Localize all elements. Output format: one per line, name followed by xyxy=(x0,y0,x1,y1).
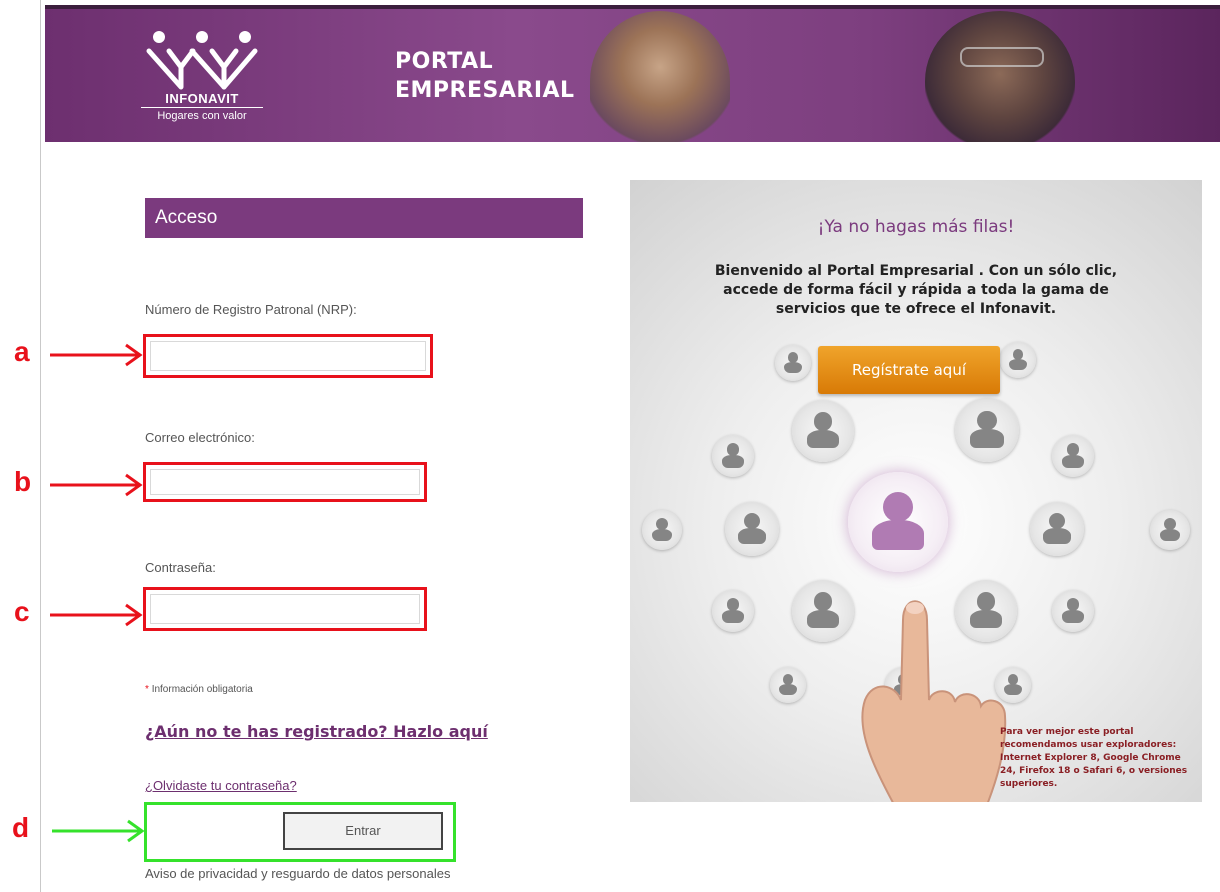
enter-button-highlight: Entrar xyxy=(144,802,456,862)
page-left-border xyxy=(40,0,41,892)
person-icon xyxy=(775,345,811,381)
person-icon xyxy=(642,510,682,550)
access-title: Acceso xyxy=(155,207,218,228)
header-photo-man-left xyxy=(590,11,730,142)
person-icon xyxy=(725,502,779,556)
annotation-label-b: b xyxy=(14,466,32,497)
email-input[interactable] xyxy=(150,469,420,495)
portal-title-line1: PORTAL xyxy=(395,49,494,74)
person-icon xyxy=(1000,342,1036,378)
annotation-arrow-c xyxy=(50,603,143,627)
required-note: * Información obligatoria xyxy=(145,684,253,695)
access-section-header: Acceso xyxy=(145,198,583,238)
privacy-notice-link[interactable]: Aviso de privacidad y resguardo de datos… xyxy=(145,866,450,881)
person-icon xyxy=(770,667,806,703)
annotation-arrow-b xyxy=(50,473,143,497)
nrp-field-highlight xyxy=(143,334,433,378)
forgot-password-link[interactable]: ¿Olvidaste tu contraseña? xyxy=(145,778,297,793)
safety-glasses-graphic xyxy=(960,47,1044,67)
enter-button[interactable]: Entrar xyxy=(283,812,443,850)
person-icon xyxy=(955,398,1019,462)
email-field-highlight xyxy=(143,462,427,502)
promo-text: Bienvenido al Portal Empresarial . Con u… xyxy=(714,263,1118,317)
browser-recommendation-note: Para ver mejor este portal recomendamos … xyxy=(1000,727,1188,789)
person-icon xyxy=(1052,590,1094,632)
infonavit-logo-icon xyxy=(146,31,258,90)
person-icon xyxy=(1030,502,1084,556)
annotation-arrow-d xyxy=(52,819,145,843)
password-field-highlight xyxy=(143,587,427,631)
nrp-input[interactable] xyxy=(150,341,426,371)
infonavit-logo[interactable]: INFONAVIT Hogares con valor xyxy=(141,27,263,127)
password-input[interactable] xyxy=(150,594,420,624)
annotation-label-c: c xyxy=(14,596,30,627)
annotation-arrow-a xyxy=(50,343,143,367)
promo-panel: ¡Ya no hagas más filas! Bienvenido al Po… xyxy=(630,180,1202,802)
required-asterisk: * xyxy=(145,684,149,695)
person-icon xyxy=(1150,510,1190,550)
nrp-label: Número de Registro Patronal (NRP): xyxy=(145,302,357,317)
person-icon xyxy=(712,435,754,477)
person-icon xyxy=(1052,435,1094,477)
person-icon xyxy=(712,590,754,632)
required-note-text: Información obligatoria xyxy=(151,684,253,695)
portal-title: PORTAL EMPRESARIAL xyxy=(395,47,575,105)
register-link[interactable]: ¿Aún no te has registrado? Hazlo aquí xyxy=(145,722,488,741)
selected-person-icon xyxy=(848,472,948,572)
header-photo-man-right xyxy=(925,11,1075,142)
promo-register-button[interactable]: Regístrate aquí xyxy=(818,346,1000,394)
promo-title: ¡Ya no hagas más filas! xyxy=(817,217,1015,237)
annotation-label-d: d xyxy=(12,812,30,843)
person-icon xyxy=(792,400,854,462)
password-label: Contraseña: xyxy=(145,560,216,575)
email-label: Correo electrónico: xyxy=(145,430,255,445)
annotation-label-a: a xyxy=(14,336,30,367)
logo-name: INFONAVIT xyxy=(165,91,239,106)
header-top-bar xyxy=(45,5,1220,9)
logo-tagline: Hogares con valor xyxy=(141,107,263,122)
portal-title-line2: EMPRESARIAL xyxy=(395,78,575,103)
header-banner: INFONAVIT Hogares con valor PORTAL EMPRE… xyxy=(45,5,1220,142)
